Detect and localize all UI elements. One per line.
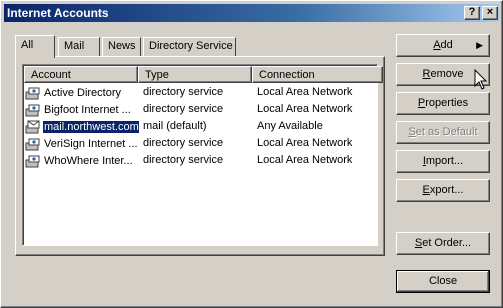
list-item[interactable]: Bigfoot Internet ... directory service L… xyxy=(25,101,377,118)
account-name: Bigfoot Internet ... xyxy=(44,104,131,116)
tab-all[interactable]: All xyxy=(15,35,55,58)
export-label-post: xport... xyxy=(429,184,464,196)
list-item[interactable]: Active Directory directory service Local… xyxy=(25,84,377,101)
set-as-default-button[interactable]: Set as Default xyxy=(396,121,490,144)
tab-news-label: News xyxy=(108,40,136,52)
account-connection: Any Available xyxy=(257,120,323,132)
account-name: VeriSign Internet ... xyxy=(44,138,138,150)
window-title: Internet Accounts xyxy=(7,6,109,20)
export-button[interactable]: Export... xyxy=(396,179,490,202)
directory-account-icon xyxy=(25,104,40,117)
tab-all-label: All xyxy=(21,39,34,51)
account-name: Active Directory xyxy=(44,87,122,99)
tab-panel: Account Type Connection Active Directory… xyxy=(15,56,385,256)
properties-button[interactable]: Properties xyxy=(396,92,490,115)
directory-account-icon xyxy=(25,138,40,151)
list-item[interactable]: VeriSign Internet ... directory service … xyxy=(25,135,377,152)
close-button[interactable]: Close xyxy=(396,270,490,293)
accounts-list[interactable]: Account Type Connection Active Directory… xyxy=(22,64,383,246)
add-button[interactable]: Add ▶ xyxy=(396,34,490,57)
account-connection: Local Area Network xyxy=(257,86,353,98)
add-label-key: A xyxy=(433,39,441,51)
list-item-selected[interactable]: mail.northwest.com mail (default) Any Av… xyxy=(25,118,377,135)
tab-news[interactable]: News xyxy=(102,37,141,56)
account-type: directory service xyxy=(143,154,224,166)
account-type: mail (default) xyxy=(143,120,207,132)
help-button[interactable]: ? xyxy=(464,6,480,20)
account-name: mail.northwest.com xyxy=(42,120,139,134)
tab-mail-label: Mail xyxy=(64,40,85,52)
account-type: directory service xyxy=(143,103,224,115)
account-type: directory service xyxy=(143,86,224,98)
account-type: directory service xyxy=(143,137,224,149)
column-header-account[interactable]: Account xyxy=(24,66,138,83)
directory-account-icon xyxy=(25,155,40,168)
add-label-post: dd xyxy=(440,39,453,51)
account-connection: Local Area Network xyxy=(257,137,353,149)
import-button[interactable]: Import... xyxy=(396,150,490,173)
directory-account-icon xyxy=(25,87,40,100)
list-item[interactable]: WhoWhere Inter... directory service Loca… xyxy=(25,152,377,169)
account-name: WhoWhere Inter... xyxy=(44,155,133,167)
column-header-type[interactable]: Type xyxy=(138,66,252,83)
set-order-label-post: et Order... xyxy=(422,237,472,249)
tab-mail[interactable]: Mail xyxy=(58,37,100,56)
close-window-button[interactable]: × xyxy=(482,6,498,20)
title-bar: Internet Accounts ? × xyxy=(4,4,499,22)
tab-directory-service-label: Directory Service xyxy=(149,40,233,52)
set-default-label-key: S xyxy=(408,126,416,138)
mouse-pointer-icon xyxy=(474,69,488,90)
export-label-key: E xyxy=(422,184,430,196)
column-header-connection[interactable]: Connection xyxy=(252,66,383,83)
list-header: Account Type Connection xyxy=(24,66,383,83)
internet-accounts-dialog: Internet Accounts ? × All Mail News Dire… xyxy=(0,0,503,308)
set-order-button[interactable]: Set Order... xyxy=(396,232,490,255)
account-connection: Local Area Network xyxy=(257,154,353,166)
set-default-label-post: et as Default xyxy=(415,126,478,138)
tab-directory-service[interactable]: Directory Service xyxy=(143,37,236,56)
submenu-arrow-icon: ▶ xyxy=(476,40,483,50)
account-connection: Local Area Network xyxy=(257,103,353,115)
remove-label-post: emove xyxy=(430,68,464,80)
import-label-post: mport... xyxy=(425,155,464,167)
properties-label-post: roperties xyxy=(425,97,469,109)
mail-account-icon xyxy=(25,120,40,134)
